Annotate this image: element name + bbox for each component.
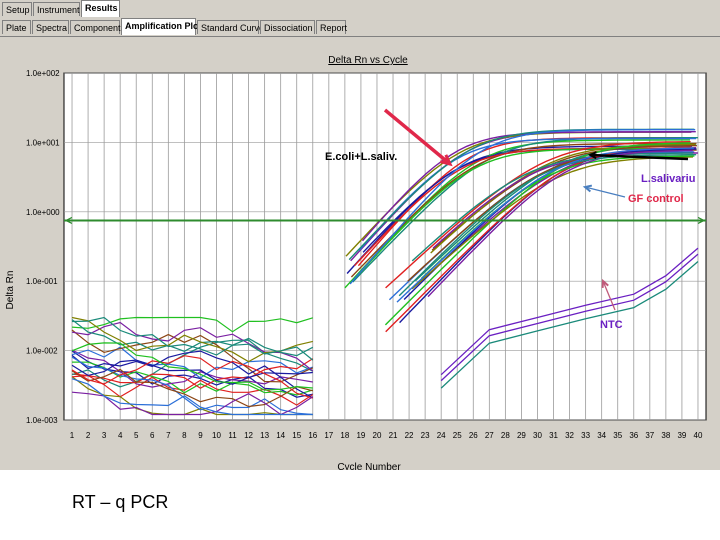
x-tick-label: 8 <box>182 431 187 440</box>
y-tick-label: 1.0e-002 <box>26 347 58 356</box>
amplification-plot: Delta Rn vs Cycle Delta Rn Cycle Number … <box>5 55 707 470</box>
x-tick-label: 37 <box>645 431 654 440</box>
x-tick-label: 33 <box>581 431 590 440</box>
tab-spectra[interactable]: Spectra <box>32 20 69 34</box>
x-tick-label: 7 <box>166 431 171 440</box>
x-tick-label: 25 <box>453 431 462 440</box>
x-tick-label: 27 <box>485 431 494 440</box>
x-axis-label: Cycle Number <box>337 462 401 470</box>
x-tick-label: 20 <box>373 431 382 440</box>
x-tick-label: 11 <box>228 431 237 440</box>
annotation-label: GF control <box>628 193 684 205</box>
x-tick-label: 9 <box>198 431 203 440</box>
x-tick-label: 6 <box>150 431 155 440</box>
tab-component[interactable]: Component <box>70 20 121 34</box>
y-tick-label: 1.0e-001 <box>26 277 58 286</box>
annotation-label: E.coli+L.saliv. <box>325 151 397 163</box>
x-tick-label: 39 <box>677 431 686 440</box>
x-tick-label: 4 <box>118 431 123 440</box>
x-tick-label: 22 <box>405 431 414 440</box>
x-tick-label: 26 <box>469 431 478 440</box>
x-tick-label: 29 <box>517 431 526 440</box>
y-tick-label: 1.0e+000 <box>26 208 60 217</box>
x-tick-label: 36 <box>629 431 638 440</box>
x-tick-label: 16 <box>308 431 317 440</box>
tab-standard-curve[interactable]: Standard Curve <box>197 20 264 34</box>
tab-instrument[interactable]: Instrument <box>33 2 80 16</box>
x-tick-label: 35 <box>613 431 622 440</box>
x-tick-label: 12 <box>244 431 253 440</box>
tab-setup[interactable]: Setup <box>2 2 32 16</box>
x-tick-label: 1 <box>70 431 75 440</box>
x-tick-label: 18 <box>340 431 349 440</box>
y-axis-label: Delta Rn <box>5 271 16 310</box>
x-tick-label: 2 <box>86 431 91 440</box>
x-tick-label: 24 <box>437 431 446 440</box>
x-tick-label: 19 <box>356 431 365 440</box>
tab-report[interactable]: Report <box>316 20 347 34</box>
tab-dissociation[interactable]: Dissociation <box>260 20 315 34</box>
tab-bar-main: Setup Instrument Results <box>0 0 720 19</box>
tab-bar-results: Plate Spectra Component Amplification Plot S… <box>0 18 720 37</box>
tab-plate[interactable]: Plate <box>2 20 31 34</box>
x-tick-label: 10 <box>212 431 221 440</box>
x-tick-label: 17 <box>324 431 333 440</box>
slide-caption: RT – q PCR <box>72 492 169 512</box>
x-tick-label: 34 <box>597 431 606 440</box>
annotation-label: L.salivariu <box>641 173 695 185</box>
x-tick-label: 31 <box>549 431 558 440</box>
tab-results[interactable]: Results <box>81 0 120 17</box>
x-tick-label: 5 <box>134 431 139 440</box>
x-tick-label: 13 <box>260 431 269 440</box>
x-tick-label: 40 <box>694 431 703 440</box>
x-tick-label: 30 <box>533 431 542 440</box>
x-tick-label: 38 <box>661 431 670 440</box>
x-tick-label: 28 <box>501 431 510 440</box>
x-tick-label: 32 <box>565 431 574 440</box>
tab-amplification-plot[interactable]: Amplification Plot <box>121 18 202 35</box>
y-tick-label: 1.0e+001 <box>26 138 60 147</box>
x-tick-label: 14 <box>276 431 285 440</box>
y-tick-label: 1.0e+002 <box>26 69 60 78</box>
x-tick-label: 15 <box>292 431 301 440</box>
x-tick-label: 21 <box>389 431 398 440</box>
chart-title: Delta Rn vs Cycle <box>328 55 408 66</box>
x-tick-label: 3 <box>102 431 107 440</box>
y-tick-label: 1.0e-003 <box>26 416 58 425</box>
annotation-label: NTC <box>600 319 623 331</box>
x-tick-label: 23 <box>421 431 430 440</box>
